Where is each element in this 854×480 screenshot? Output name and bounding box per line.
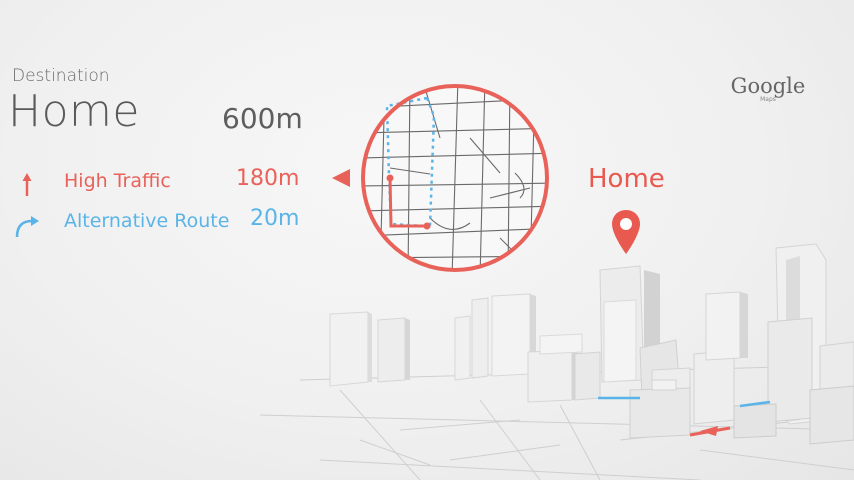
route-end-dot xyxy=(423,222,431,230)
city-3d-illustration xyxy=(259,243,854,480)
route-distance: 180m xyxy=(236,166,300,191)
logo-text: Google xyxy=(730,74,806,98)
google-maps-logo: Google Maps xyxy=(722,74,814,112)
route-start-dot xyxy=(386,174,394,182)
home-marker-label: Home xyxy=(588,164,665,194)
destination-distance: 600m xyxy=(222,102,303,135)
destination-label: Destination xyxy=(12,66,110,86)
route-option-high-traffic[interactable]: High Traffic 180m xyxy=(12,166,312,200)
route-label: High Traffic xyxy=(64,170,171,192)
buildings xyxy=(329,243,854,445)
traffic-arrow-ground xyxy=(700,426,718,436)
route-label: Alternative Route xyxy=(64,210,230,232)
callout-pointer xyxy=(332,169,350,187)
destination-name: Home xyxy=(8,86,140,137)
arrow-up-icon xyxy=(22,173,32,196)
route-distance: 20m xyxy=(250,206,300,231)
